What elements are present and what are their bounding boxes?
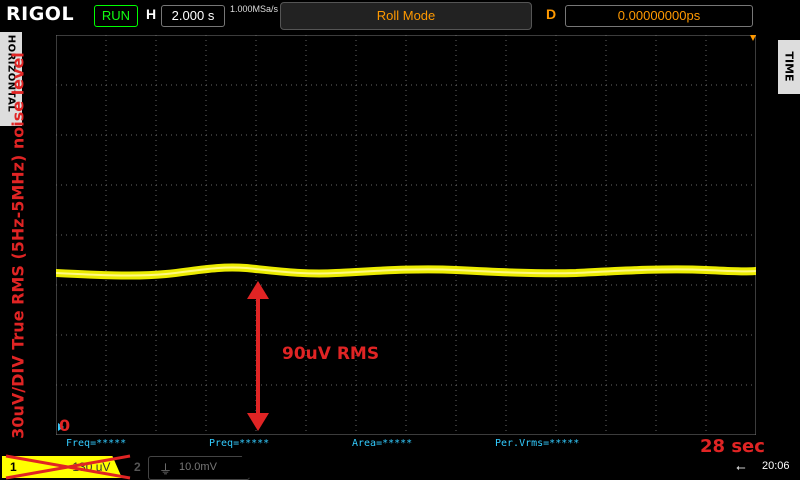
delay-label: D: [546, 6, 557, 22]
measurement-per-vrms: Per.Vrms=*****: [495, 438, 580, 449]
waveform-grid: [56, 35, 756, 435]
noise-level-annotation: 30uV/DIV True RMS (5Hz-5MHz) noise level: [8, 52, 28, 439]
channel-2-number: 2: [134, 460, 141, 474]
usb-icon: ⭠: [736, 460, 746, 474]
ground-icon: ⏚: [159, 462, 173, 477]
top-status-bar: RIGOL RUN H 2.000 s 1.000MSa/s Roll Mode…: [0, 0, 800, 30]
time-tab-label: TIME: [782, 51, 796, 82]
measurement-preq: Preq=*****: [209, 438, 270, 449]
channel-1-cross-out: [5, 454, 131, 480]
sample-rate: 1.000MSa/s: [230, 4, 279, 14]
channel-2-indicator[interactable]: ⏚ 10.0mV: [148, 456, 250, 480]
measurement-freq: Freq=*****: [66, 438, 127, 449]
system-clock: 20:06: [762, 460, 790, 472]
run-stop-status[interactable]: RUN: [94, 5, 138, 27]
timebase-value[interactable]: 2.000 s: [161, 5, 225, 27]
time-side-tab[interactable]: TIME: [778, 40, 800, 94]
zero-annotation: 0: [59, 416, 71, 435]
rms-annotation: 90uV RMS: [282, 344, 380, 364]
channel-2-scale: 10.0mV: [179, 461, 217, 473]
measurement-area: Area=*****: [352, 438, 413, 449]
elapsed-time-annotation: 28 sec: [700, 436, 765, 457]
delay-value[interactable]: 0.00000000ps: [565, 5, 753, 27]
acquisition-mode[interactable]: Roll Mode: [280, 2, 532, 30]
horizontal-label: H: [146, 6, 157, 22]
brand-logo: RIGOL: [6, 3, 75, 25]
